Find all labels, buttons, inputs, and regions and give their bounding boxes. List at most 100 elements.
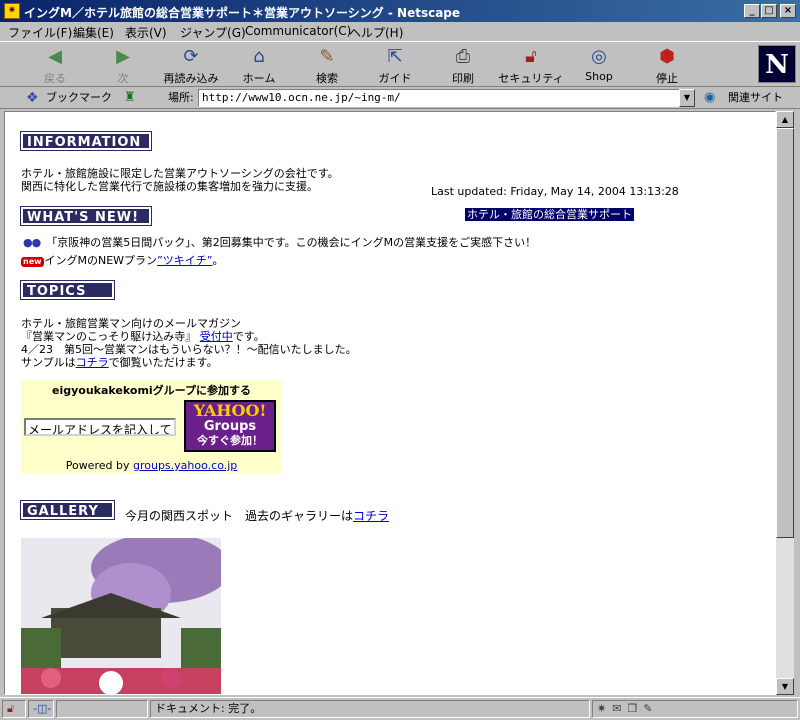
mail-icon[interactable]: ✉ (612, 702, 627, 715)
status-bar: 🔓︎ -◫- ドキュメント: 完了。 ✷✉❐✎ (0, 697, 800, 720)
subscribe-link[interactable]: 受付中 (200, 330, 233, 343)
topics-line3: 4／23 第5回～営業マンはもういらない？！～配信いたしました。 (21, 343, 357, 356)
arrow-down-icon: ▼ (781, 682, 789, 691)
information-header: INFORMATION (20, 131, 152, 151)
forward-button[interactable]: ▶ 次 (88, 44, 158, 86)
shop-button[interactable]: ◎ Shop (564, 44, 634, 86)
reload-label: 再読み込み (163, 72, 219, 85)
security-label: セキュリティ (498, 72, 564, 85)
tsukiichi-link[interactable]: ”ツキイチ” (157, 254, 212, 267)
netscape-logo[interactable]: N (758, 45, 796, 83)
chevron-down-icon: ▼ (683, 93, 691, 102)
url-dropdown-button[interactable]: ▼ (679, 89, 695, 107)
page-proxy-icon[interactable]: ♜ (124, 90, 136, 105)
whats-new-item1: ●● 「京阪神の営業5日間パック」、第2回募集中です。この機会にイングMの営業支援… (23, 236, 536, 249)
page-content: INFORMATION ホテル・旅館施設に限定した営業アウトソーシングの会社です… (4, 111, 776, 695)
title-bar: ✷ イングM／ホテル旅館の総合営業サポート＊営業アウトソーシング - Netsc… (0, 0, 800, 22)
sample-link[interactable]: コチラ (76, 356, 109, 369)
print-icon: ⎙ (455, 46, 471, 67)
yahoo-groups-link[interactable]: groups.yahoo.co.jp (133, 459, 237, 472)
yahoo-group-title: eigyoukakekomiグループに参加する (51, 384, 252, 397)
netscape-app-icon[interactable]: ✷ (4, 3, 20, 19)
whats-new-item2-suffix: 。 (212, 254, 224, 267)
gallery-text: 今月の関西スポット 過去のギャラリーはコチラ (125, 510, 389, 523)
status-text: ドキュメント: 完了。 (150, 700, 590, 718)
composer-icon[interactable]: ✎ (643, 702, 658, 715)
security-button[interactable]: 🔓︎ セキュリティ (496, 44, 566, 86)
vertical-scrollbar[interactable]: ▲ ▼ (776, 111, 794, 695)
discussion-icon[interactable]: ❐ (627, 702, 643, 715)
menu-go[interactable]: ジャンプ(G) (180, 24, 246, 41)
home-button[interactable]: ⌂ ホーム (224, 44, 294, 86)
menu-help[interactable]: ヘルプ(H) (349, 24, 403, 41)
powered-by-prefix: Powered by (65, 459, 133, 472)
back-arrow-icon: ◀ (48, 46, 62, 67)
close-button[interactable]: × (780, 4, 796, 18)
security-status-icon[interactable]: 🔓︎ (2, 700, 26, 718)
menu-view[interactable]: 表示(V) (125, 24, 167, 41)
whats-new-header: WHAT'S NEW! (20, 206, 152, 226)
forward-arrow-icon: ▶ (116, 46, 130, 67)
menu-bar: ファイル(F) 編集(E) 表示(V) ジャンプ(G) Communicator… (0, 22, 800, 40)
topics-line2: 『営業マンのこっそり駆け込み寺』 受付中です。 (21, 330, 265, 343)
back-button[interactable]: ◀ 戻る (20, 44, 90, 86)
reload-button[interactable]: ⟳ 再読み込み (156, 44, 226, 86)
yahoo-join-button[interactable]: YAHOO! Groups 今すぐ参加！ (184, 400, 276, 452)
maximize-button[interactable]: □ (761, 4, 777, 18)
new-badge: new (21, 257, 44, 267)
stop-label: 停止 (656, 72, 678, 85)
menu-communicator[interactable]: Communicator(C) (245, 24, 351, 38)
gallery-header: GALLERY (20, 500, 115, 520)
join-now-text: 今すぐ参加！ (197, 434, 263, 447)
arrow-up-icon: ▲ (781, 115, 789, 124)
minimize-button[interactable]: _ (744, 4, 760, 18)
navigator-icon[interactable]: ✷ (597, 702, 612, 715)
stop-icon: ⬢ (659, 46, 675, 67)
menu-file[interactable]: ファイル(F) (8, 24, 72, 41)
home-icon: ⌂ (253, 46, 265, 67)
gallery-photo (21, 538, 221, 694)
search-button[interactable]: ✎ 検索 (292, 44, 362, 86)
shop-icon: ◎ (591, 46, 607, 67)
topics-line2-suffix: です。 (232, 330, 265, 343)
url-input[interactable]: http://www10.ocn.ne.jp/~ing-m/ (198, 89, 680, 107)
whats-new-item2-prefix: イングMのNEWプラン (44, 254, 158, 267)
related-sites-button[interactable]: 関連サイト (728, 91, 783, 104)
back-label: 戻る (44, 72, 66, 85)
scroll-thumb[interactable] (776, 128, 794, 538)
print-label: 印刷 (452, 72, 474, 85)
component-bar: ✷✉❐✎ (592, 700, 798, 718)
bookmarks-button[interactable]: ブックマーク (46, 91, 112, 104)
menu-edit[interactable]: 編集(E) (73, 24, 114, 41)
scroll-down-button[interactable]: ▼ (776, 678, 794, 695)
home-label: ホーム (242, 72, 276, 85)
email-input[interactable]: メールアドレスを記入して (24, 418, 176, 436)
bookmarks-icon: ❖ (26, 90, 39, 106)
scroll-up-button[interactable]: ▲ (776, 111, 794, 128)
search-label: 検索 (316, 72, 338, 85)
whats-new-item1-text: 「京阪神の営業5日間パック」、第2回募集中です。この機会にイングMの営業支援をご… (46, 236, 537, 249)
window-title: イングM／ホテル旅館の総合営業サポート＊営業アウトソーシング - Netscap… (24, 6, 461, 20)
reload-icon: ⟳ (183, 46, 199, 67)
gallery-archive-link[interactable]: コチラ (353, 509, 389, 523)
topics-line2-prefix: 『営業マンのこっそり駆け込み寺』 (21, 330, 197, 343)
location-label: 場所: (168, 91, 194, 104)
powered-by: Powered by groups.yahoo.co.jp (21, 459, 282, 472)
guide-label: ガイド (378, 72, 412, 85)
information-line2: 関西に特化した営業代行で施設様の集客増加を強力に支援。 (21, 180, 318, 193)
guide-button[interactable]: ⇱ ガイド (360, 44, 430, 86)
gallery-text-prefix: 今月の関西スポット 過去のギャラリーは (125, 509, 354, 523)
online-status-icon[interactable]: -◫- (28, 700, 54, 718)
topics-line4-suffix: で御覧いただけます。 (108, 356, 218, 369)
topics-line4-prefix: サンプルは (21, 356, 76, 369)
yahoo-logo-text: YAHOO! (193, 401, 267, 420)
related-icon: ◉ (704, 90, 716, 105)
topics-header: TOPICS (20, 280, 115, 300)
topics-line4: サンプルはコチラで御覧いただけます。 (21, 356, 218, 369)
search-icon: ✎ (319, 46, 335, 67)
forward-label: 次 (117, 72, 129, 85)
progress-area (56, 700, 148, 718)
wisteria-temple-image (21, 538, 221, 694)
stop-button[interactable]: ⬢ 停止 (632, 44, 702, 86)
print-button[interactable]: ⎙ 印刷 (428, 44, 498, 86)
